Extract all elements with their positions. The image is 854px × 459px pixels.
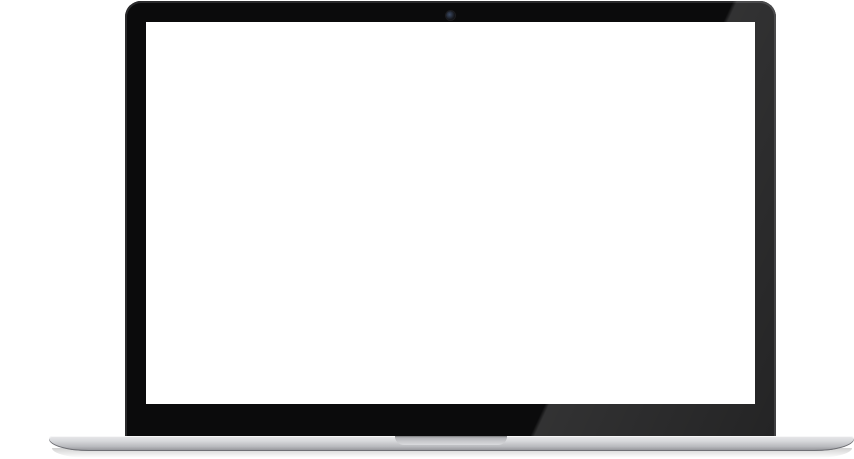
camera-icon bbox=[446, 11, 455, 20]
lid-opening-notch bbox=[395, 436, 507, 445]
laptop-screen bbox=[146, 22, 755, 404]
laptop-mockup bbox=[0, 0, 854, 459]
